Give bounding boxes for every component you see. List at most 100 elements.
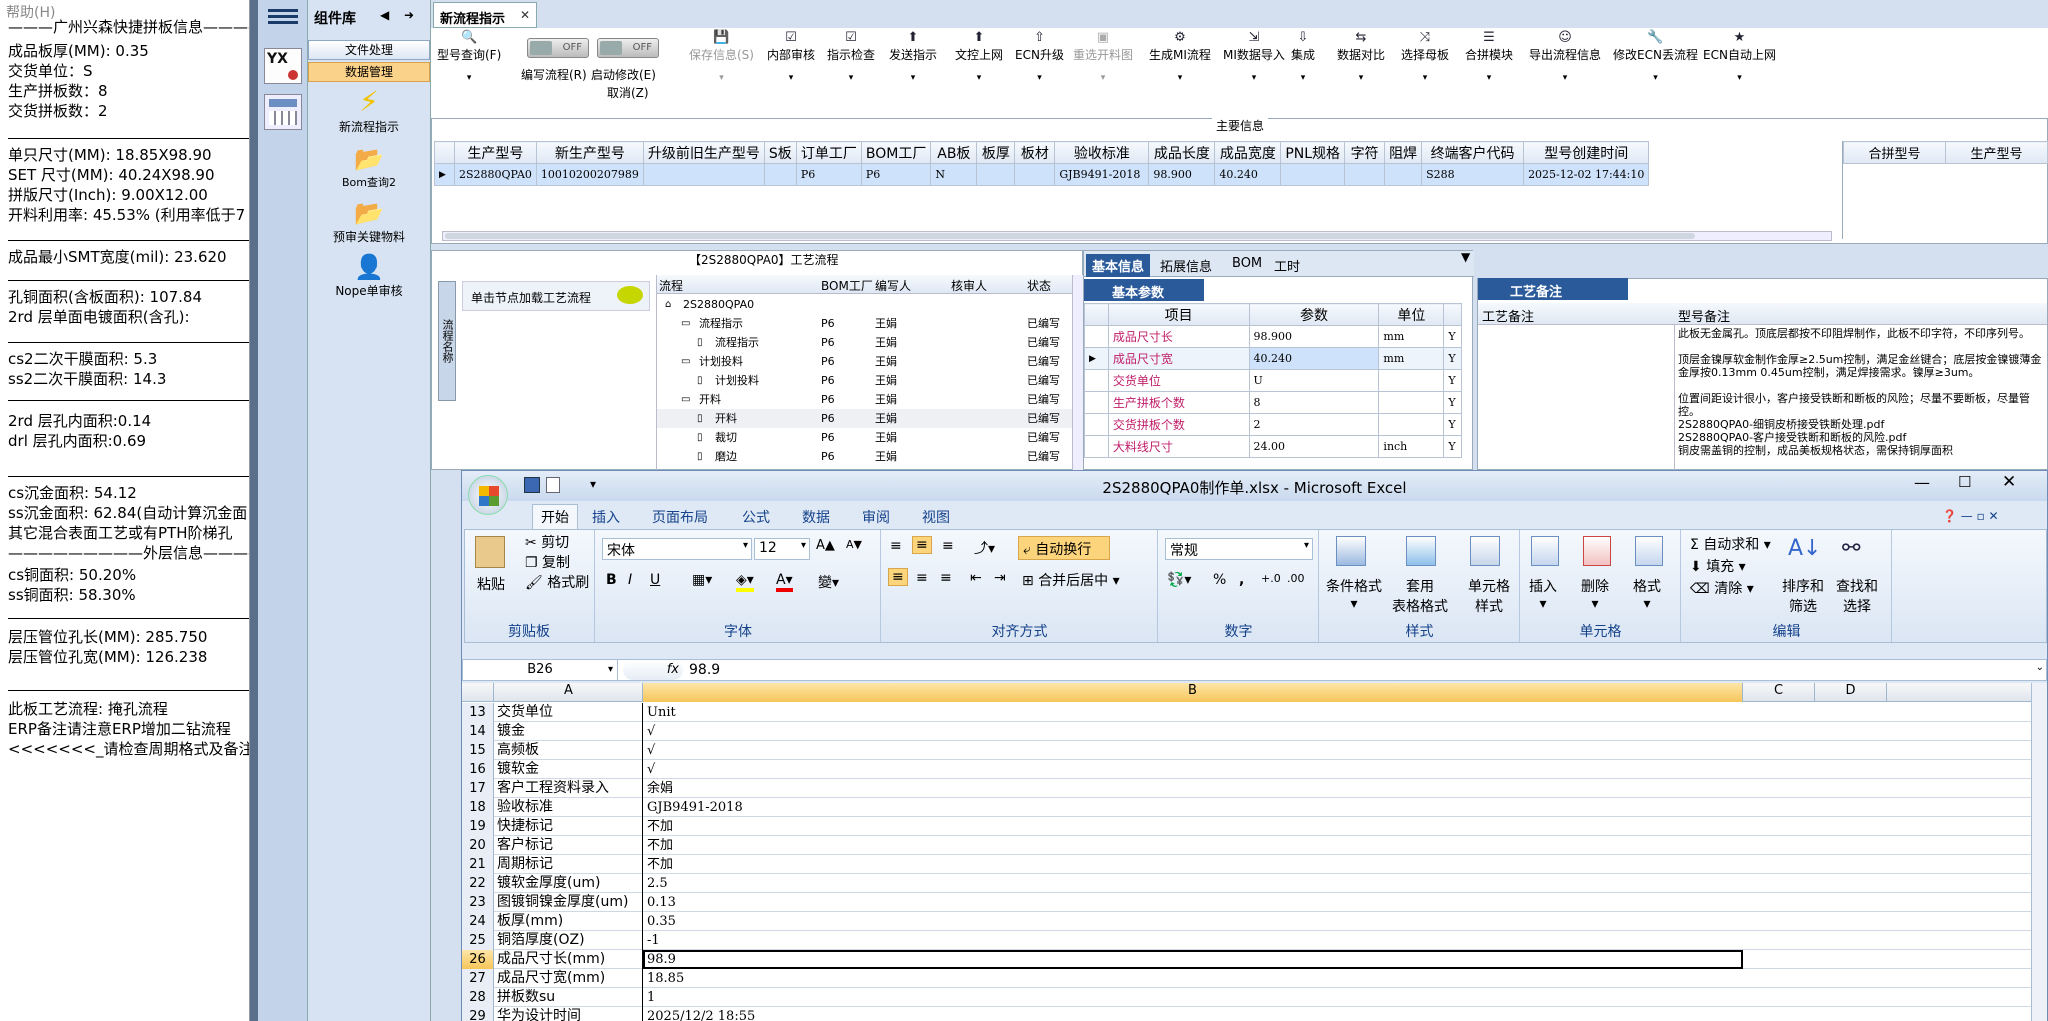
table-cell[interactable] [642,163,765,186]
sheet-row[interactable]: 20 客户标记 不加 [462,836,2047,855]
toolbar-button[interactable]: ⬆ 文控上网 ▾ [955,30,1003,83]
cell-b[interactable]: Unit [643,703,1743,722]
close-icon[interactable]: ✕ [520,8,530,22]
toolbar-button[interactable]: ☑ 指示检查 ▾ [827,30,875,83]
hamburger-icon[interactable] [268,6,298,30]
sheet-row[interactable]: 14 镀金 √ [462,722,2047,741]
increase-decimal-button[interactable]: +.0 [1261,572,1281,585]
cell-b[interactable]: GJB9491-2018 [643,798,1743,817]
expand-formula-icon[interactable]: ⌄ [2036,662,2044,673]
row-number[interactable]: 25 [462,931,494,950]
tree-row[interactable]: ▭ 计划投料 P6 王娟 已编写 [657,352,1073,371]
row-number[interactable]: 23 [462,893,494,912]
toolbar-button[interactable]: ☑ 内部审核 ▾ [767,30,815,83]
sheet-row[interactable]: 19 快捷标记 不加 [462,817,2047,836]
row-number[interactable]: 15 [462,741,494,760]
row-number[interactable]: 16 [462,760,494,779]
sheet-row[interactable]: 29 华为设计时间 2025/12/2 18:55 [462,1007,2047,1021]
table-cell[interactable]: 2S2880QPA0 [454,163,537,186]
cell-a[interactable]: 交货单位 [495,703,643,722]
cell-a[interactable]: 高频板 [495,741,643,760]
tree-row[interactable]: ⌂ 2S2880QPA0 [657,295,1073,314]
fill-button[interactable]: ⬇ 填充 ▾ [1690,556,1746,576]
column-header[interactable]: 订单工厂 [795,141,862,164]
bom-query-item[interactable]: 📂 Bom查询2 [308,144,430,190]
param-row[interactable]: ▶ 成品尺寸宽 40.240 mm Y [1084,347,1462,370]
sheet-row[interactable]: 24 板厚(mm) 0.35 [462,912,2047,931]
italic-button[interactable]: I [628,572,632,588]
ribbon-tab[interactable]: 页面布局 [652,507,708,527]
nope-review-item[interactable]: 👤 Nope单审核 [308,252,430,299]
table-cell[interactable]: 10010200207989 [535,163,644,186]
row-number[interactable]: 18 [462,798,494,817]
column-header[interactable]: 验收标准 [1054,141,1150,164]
cell-a[interactable]: 华为设计时间 [495,1007,643,1021]
column-header[interactable]: 阻焊 [1384,141,1423,164]
sheet-vertical-scrollbar[interactable] [2031,683,2047,1021]
sort-filter-button[interactable]: 排序和 筛选 [1782,576,1824,616]
column-header[interactable]: 板厚 [976,141,1016,164]
ribbon-tab[interactable]: 数据 [802,507,830,527]
table-cell[interactable]: 40.240 [1214,163,1282,186]
load-process-hint[interactable]: 单击节点加载工艺流程 [462,281,650,311]
row-number[interactable]: 27 [462,969,494,988]
bold-button[interactable]: B [606,572,617,588]
table-cell[interactable]: GJB9491-2018 [1054,163,1150,186]
tab-3[interactable]: 工时 [1268,254,1306,277]
find-select-button[interactable]: 查找和 选择 [1836,576,1878,616]
sheet-row[interactable]: 17 客户工程资料录入 余娟 [462,779,2047,798]
column-header[interactable]: 成品宽度 [1214,141,1282,164]
column-header[interactable]: 生产型号 [454,141,537,164]
cell-b[interactable]: 0.13 [643,893,1743,912]
row-number[interactable]: 21 [462,855,494,874]
param-row[interactable]: 成品尺寸长 98.900 mm Y [1084,325,1462,348]
cell-b[interactable]: 不加 [643,836,1743,855]
row-number[interactable]: 24 [462,912,494,931]
table-cell[interactable]: 2025-12-02 17:44:10 [1523,163,1650,186]
cell-b[interactable]: -1 [643,931,1743,950]
ribbon-tab[interactable]: 公式 [742,507,770,527]
cell-a[interactable]: 客户标记 [495,836,643,855]
column-header[interactable]: 字符 [1344,141,1386,164]
collapse-arrow-icon[interactable]: ▼ [1461,250,1473,270]
cell-a[interactable]: 镀软金厚度(um) [495,874,643,893]
toolbar-button[interactable]: ☺ 导出流程信息 ▾ [1529,30,1601,83]
sheet-row[interactable]: 25 铜箔厚度(OZ) -1 [462,931,2047,950]
toggle-switch[interactable]: OFF [527,38,589,58]
decrease-decimal-button[interactable]: .00 [1287,572,1305,585]
remarks-tab[interactable]: 工艺备注 [1478,278,1628,300]
sheet-grid[interactable]: A B C D 13 交货单位 Unit 14 镀金 √ 15 高频板 √ 16 镀软金 √ 17 客户工… [462,683,2047,1021]
merge-center-button[interactable]: ⊞ 合并后居中 ▾ [1022,570,1120,590]
new-process-item[interactable]: ⚡ 新流程指示 [308,86,430,135]
toolbar-button[interactable]: ⬆ 发送指示 ▾ [889,30,937,83]
cell-b[interactable]: 2.5 [643,874,1743,893]
col-header-c[interactable]: C [1743,683,1815,702]
row-number[interactable]: 13 [462,703,494,722]
cell-a[interactable]: 验收标准 [495,798,643,817]
sheet-row[interactable]: 13 交货单位 Unit [462,703,2047,722]
orientation-button[interactable]: ⤴▾ [974,538,995,558]
cell-b[interactable]: 不加 [643,855,1743,874]
table-cell[interactable]: P6 [795,163,862,186]
column-header[interactable]: PNL规格 [1280,141,1346,164]
align-middle-button[interactable]: ≡ [912,536,932,554]
param-row[interactable]: 交货拼板个数 2 Y [1084,413,1462,436]
cancel-button[interactable]: 取消(Z) [607,84,649,101]
cell-b[interactable]: 98.9 [643,950,1743,969]
sheet-row[interactable]: 21 周期标记 不加 [462,855,2047,874]
fill-color-button[interactable]: ◈▾ [736,572,754,592]
sheet-row[interactable]: 27 成品尺寸宽(mm) 18.85 [462,969,2047,988]
param-row[interactable]: 交货单位 U Y [1084,369,1462,392]
cell-styles-button[interactable]: 单元格 样式 [1468,576,1510,616]
tree-row[interactable]: ▭ 流程指示 P6 王娟 已编写 [657,314,1073,333]
cell-b[interactable]: √ [643,722,1743,741]
align-left-button[interactable]: ≡ [888,568,908,586]
insert-cells-button[interactable]: 插入 ▾ [1529,576,1557,612]
tab-1[interactable]: 拓展信息 [1154,254,1218,277]
cell-a[interactable]: 图镀铜镍金厚度(um) [495,893,643,912]
delete-cells-button[interactable]: 删除 ▾ [1581,576,1609,612]
cell-b[interactable]: 1 [643,988,1743,1007]
splitter[interactable] [250,0,258,1021]
currency-button[interactable]: 💱▾ [1167,572,1191,588]
percent-button[interactable]: % [1213,572,1226,588]
